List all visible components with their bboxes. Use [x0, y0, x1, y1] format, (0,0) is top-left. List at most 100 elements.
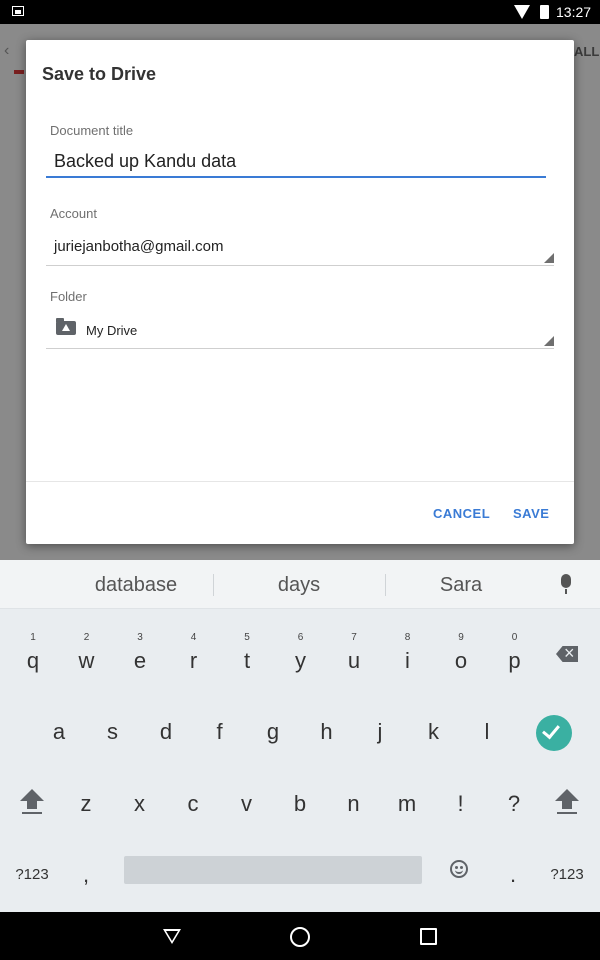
shift-bar	[557, 812, 577, 814]
home-icon[interactable]	[290, 927, 310, 947]
key[interactable]: 5t	[220, 626, 274, 686]
key[interactable]: g	[246, 697, 300, 757]
microphone-icon[interactable]	[561, 574, 571, 588]
folder-value: My Drive	[86, 323, 138, 338]
key[interactable]: v	[220, 769, 274, 829]
key-number-hint: 7	[351, 632, 357, 643]
navigation-bar	[0, 912, 600, 960]
key[interactable]: k	[407, 697, 461, 757]
key-label: a	[52, 719, 66, 744]
key-label: l	[484, 719, 490, 744]
key[interactable]: 9o	[434, 626, 488, 686]
key-label: w	[78, 648, 95, 673]
key-label: r	[189, 648, 198, 673]
dropdown-corner-icon	[544, 253, 554, 263]
key[interactable]: c	[166, 769, 220, 829]
backspace-icon[interactable]	[556, 646, 578, 662]
space-bar[interactable]	[124, 856, 422, 884]
account-select[interactable]: juriejanbotha@gmail.com	[46, 230, 554, 266]
period-key[interactable]: .	[486, 840, 540, 900]
document-title-input[interactable]	[46, 146, 546, 178]
folder-label: Folder	[50, 289, 87, 304]
shift-right-icon[interactable]	[555, 789, 579, 814]
key-number-hint: 4	[190, 632, 197, 643]
chevron-left-icon: ‹	[4, 42, 10, 59]
checkmark-icon	[542, 720, 560, 740]
key-label: n	[347, 791, 360, 816]
suggestion-divider	[385, 574, 386, 596]
folder-select[interactable]: My Drive	[46, 313, 554, 349]
key[interactable]: 4r	[167, 626, 221, 686]
key[interactable]: !	[434, 769, 488, 829]
key-label: u	[347, 648, 361, 673]
wifi-icon	[514, 5, 530, 19]
suggestion-divider	[213, 574, 214, 596]
key-label: v	[241, 791, 252, 816]
account-value: juriejanbotha@gmail.com	[54, 238, 224, 255]
suggestion-item[interactable]: Sara	[391, 574, 531, 597]
key[interactable]: x	[113, 769, 167, 829]
key[interactable]: d	[139, 697, 193, 757]
dialog-divider	[26, 481, 574, 482]
status-bar: 13:27	[0, 0, 600, 24]
shift-left-icon[interactable]	[20, 789, 44, 814]
key[interactable]: h	[300, 697, 354, 757]
key-label: !	[457, 791, 464, 816]
key[interactable]: n	[327, 769, 381, 829]
key-number-hint: 0	[511, 632, 518, 643]
key[interactable]: m	[380, 769, 434, 829]
comma-key[interactable]: ,	[59, 840, 113, 900]
suggestion-strip: database days Sara	[0, 560, 600, 609]
key-label: e	[133, 648, 147, 673]
status-time: 13:27	[556, 4, 592, 20]
key-label: ,	[82, 862, 90, 887]
suggestion-item[interactable]: database	[66, 574, 206, 597]
suggestion-item[interactable]: days	[229, 574, 369, 597]
key-label: m	[397, 791, 417, 816]
symbols-key-left[interactable]: ?123	[5, 840, 59, 900]
shift-stem	[27, 801, 37, 809]
recents-icon[interactable]	[420, 928, 437, 945]
key-label: x	[134, 791, 145, 816]
key[interactable]: ?	[487, 769, 541, 829]
key[interactable]: 0p	[488, 626, 542, 686]
background-marker	[14, 70, 24, 74]
key[interactable]: 2w	[60, 626, 114, 686]
dropdown-corner-icon	[544, 336, 554, 346]
key[interactable]: l	[460, 697, 514, 757]
symbols-key-right[interactable]: ?123	[540, 840, 594, 900]
back-icon[interactable]	[163, 929, 181, 944]
key[interactable]: a	[32, 697, 86, 757]
save-to-drive-dialog: Save to Drive Document title Account jur…	[26, 40, 574, 544]
key[interactable]: 6y	[274, 626, 328, 686]
key-label: c	[187, 791, 199, 816]
key[interactable]: 8i	[381, 626, 435, 686]
key[interactable]: z	[59, 769, 113, 829]
key[interactable]: f	[193, 697, 247, 757]
key-label: j	[377, 719, 383, 744]
key-label: h	[320, 719, 333, 744]
enter-key[interactable]	[536, 715, 572, 751]
key[interactable]: 1q	[6, 626, 60, 686]
shift-arrow	[20, 789, 44, 801]
key-label: ?123	[550, 866, 584, 883]
key-label: ?123	[15, 866, 49, 883]
shift-bar	[22, 812, 42, 814]
key-number-hint: 6	[297, 632, 304, 643]
key-label: ?	[507, 791, 521, 816]
key[interactable]: j	[353, 697, 407, 757]
key-label: s	[107, 719, 118, 744]
dialog-title: Save to Drive	[42, 64, 157, 84]
key-label: y	[295, 648, 306, 673]
cancel-button[interactable]: CANCEL	[433, 506, 490, 521]
key-number-hint: 3	[137, 632, 143, 643]
key[interactable]: s	[86, 697, 140, 757]
key-label: o	[454, 648, 468, 673]
key[interactable]: 3e	[113, 626, 167, 686]
key[interactable]: b	[273, 769, 327, 829]
save-button[interactable]: SAVE	[513, 506, 549, 521]
key-number-hint: 2	[83, 632, 90, 643]
key-label: z	[80, 791, 92, 816]
key[interactable]: 7u	[327, 626, 381, 686]
smiley-icon[interactable]	[450, 860, 468, 878]
